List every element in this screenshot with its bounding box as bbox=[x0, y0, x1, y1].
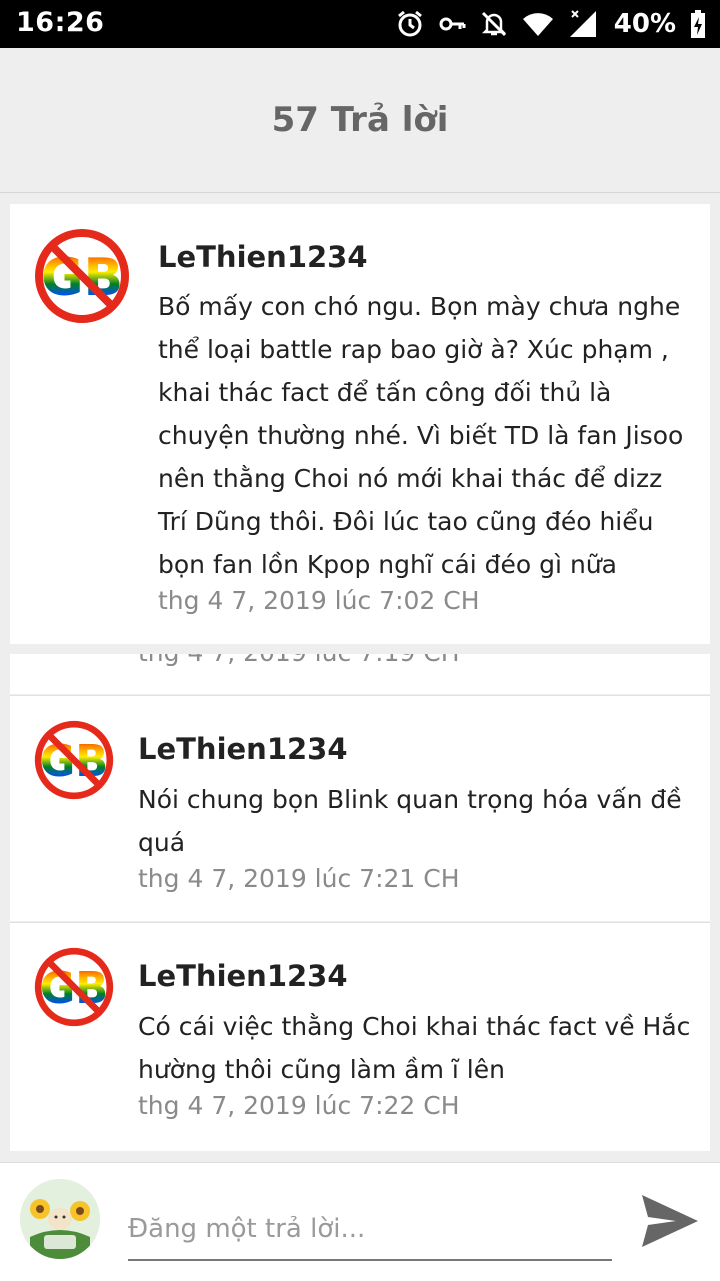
parent-comment-card[interactable]: GB LeThien1234 Bố mấy con chó ngu. Bọn m… bbox=[10, 204, 710, 644]
vpn-key-icon bbox=[438, 10, 466, 38]
status-icons: 40% bbox=[396, 6, 706, 42]
status-bar: 16:26 40% bbox=[0, 0, 720, 48]
no-gb-logo-icon: GB bbox=[35, 229, 129, 323]
replies-header: 57 Trả lời bbox=[0, 48, 720, 193]
page-title: 57 Trả lời bbox=[271, 100, 449, 140]
status-time: 16:26 bbox=[16, 7, 105, 38]
signal-icon bbox=[568, 9, 600, 39]
wifi-icon bbox=[522, 10, 554, 38]
reply-input[interactable] bbox=[128, 1199, 612, 1261]
hidden-reply-card[interactable]: thg 4 7, 2019 lúc 7:19 CH bbox=[10, 654, 710, 694]
battery-charging-icon bbox=[690, 9, 706, 39]
alarm-icon bbox=[396, 10, 424, 38]
comment-text: Nói chung bọn Blink quan trọng hóa vấn đ… bbox=[138, 785, 682, 857]
comment-text: Bố mấy con chó ngu. Bọn mày chưa nghe th… bbox=[158, 292, 684, 579]
comment-timestamp: thg 4 7, 2019 lúc 7:22 CH bbox=[138, 1091, 460, 1120]
current-user-avatar[interactable] bbox=[20, 1179, 100, 1259]
reply-card[interactable]: GB LeThien1234 Nói chung bọn Blink quan … bbox=[10, 696, 710, 921]
comment-author[interactable]: LeThien1234 bbox=[138, 732, 348, 766]
reply-card[interactable]: GB LeThien1234 Có cái việc thằng Choi kh… bbox=[10, 923, 710, 1151]
author-avatar[interactable]: GB bbox=[34, 720, 114, 800]
comment-author[interactable]: LeThien1234 bbox=[138, 959, 348, 993]
comment-timestamp: thg 4 7, 2019 lúc 7:19 CH bbox=[138, 654, 460, 667]
send-icon bbox=[642, 1195, 698, 1247]
reply-composer bbox=[0, 1162, 720, 1281]
comment-text: Có cái việc thằng Choi khai thác fact về… bbox=[138, 1012, 691, 1084]
author-avatar[interactable]: GB bbox=[34, 228, 130, 324]
send-button[interactable] bbox=[640, 1193, 700, 1249]
battery-level: 40% bbox=[613, 9, 676, 39]
comment-author[interactable]: LeThien1234 bbox=[158, 240, 368, 274]
notifications-off-icon bbox=[480, 10, 508, 38]
no-gb-logo-icon: GB bbox=[34, 720, 114, 800]
author-avatar[interactable]: GB bbox=[34, 947, 114, 1027]
no-gb-logo-icon: GB bbox=[34, 947, 114, 1027]
comment-timestamp: thg 4 7, 2019 lúc 7:21 CH bbox=[138, 864, 460, 893]
sunflower-avatar-icon bbox=[20, 1179, 100, 1259]
comment-timestamp: thg 4 7, 2019 lúc 7:02 CH bbox=[158, 586, 480, 615]
